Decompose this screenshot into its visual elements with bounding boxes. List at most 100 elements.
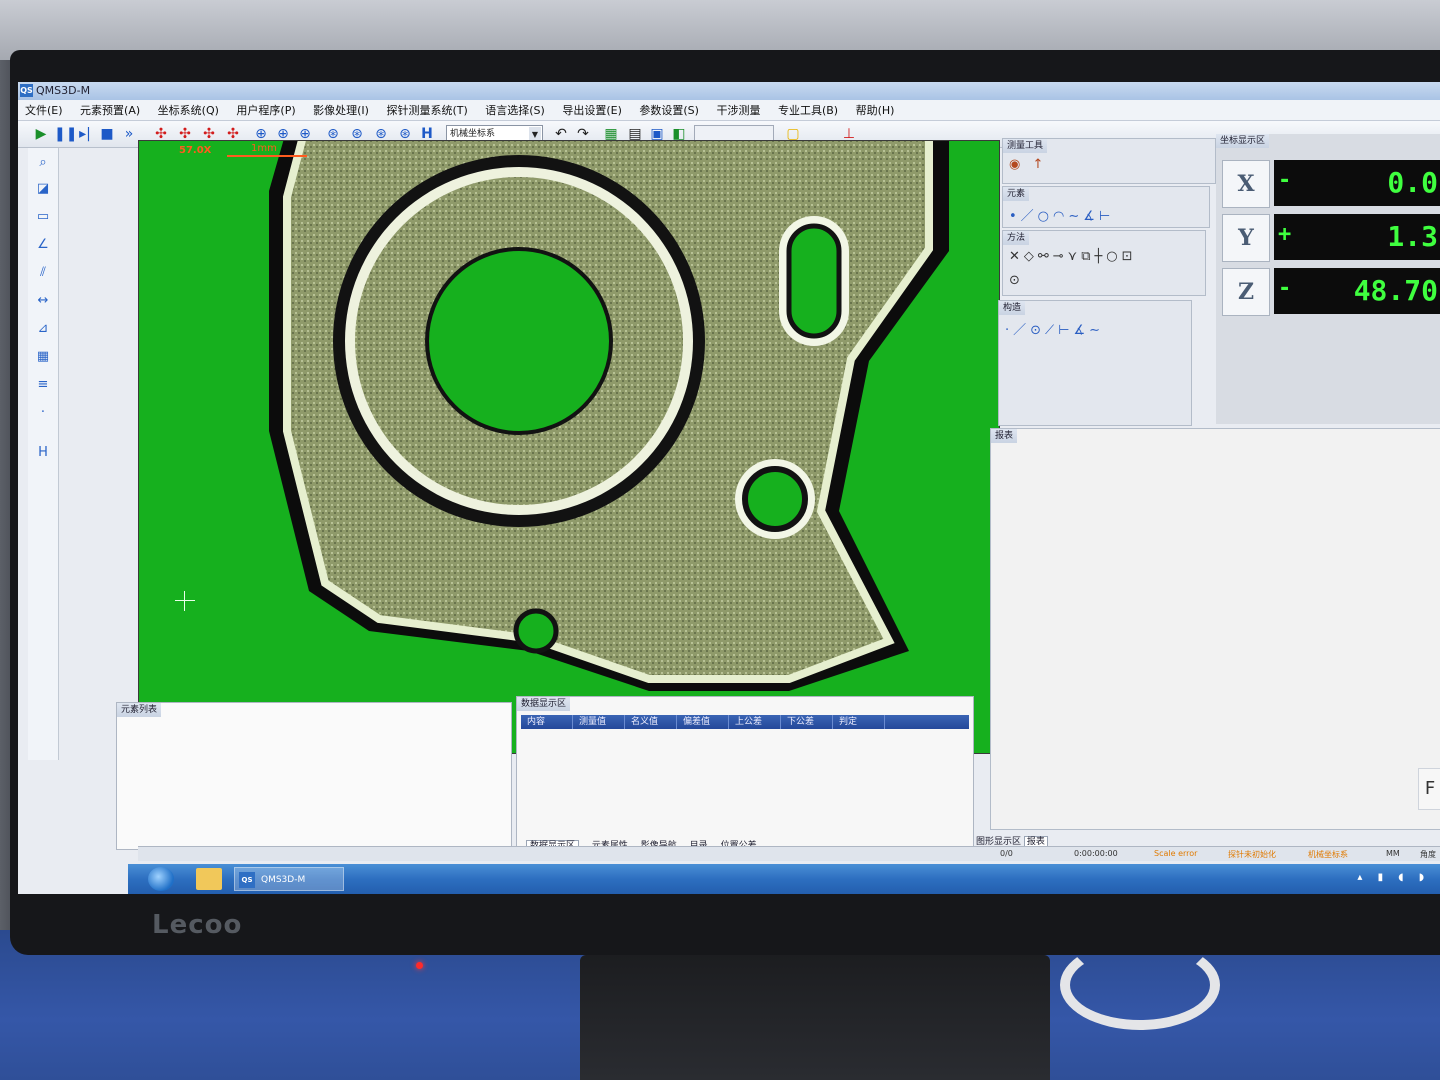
step-icon[interactable]: ▸| bbox=[76, 125, 94, 143]
menu-interference-measure[interactable]: 干涉测量 bbox=[709, 100, 767, 120]
menu-export-settings[interactable]: 导出设置(E) bbox=[555, 100, 629, 120]
dro-y-row: Y + 1.3 bbox=[1222, 214, 1440, 262]
dro-z-axis[interactable]: Z bbox=[1222, 268, 1270, 316]
measure-tools-title: 测量工具 bbox=[1003, 139, 1048, 153]
dro-x-number: 0.0 bbox=[1387, 166, 1438, 199]
dro-z-row: Z - 48.70 bbox=[1222, 268, 1440, 316]
zoom-tool-icon[interactable]: ⌕ bbox=[34, 154, 52, 172]
construct-icons[interactable]: ·／⊙⟋⊢∡∼ bbox=[1005, 319, 1104, 338]
element-icons[interactable]: •／○◠∼∡⊢ bbox=[1009, 205, 1114, 224]
edge-tool-icon[interactable]: ◪ bbox=[34, 180, 52, 198]
data-grid-header: 内容 测量值 名义值 偏差值 上公差 下公差 判定 bbox=[521, 715, 969, 729]
col-nominal[interactable]: 名义值 bbox=[625, 715, 677, 729]
data-display-title: 数据显示区 bbox=[517, 697, 571, 711]
system-tray-icons[interactable]: ▴ ▮ ◖ ◗ bbox=[1357, 872, 1430, 883]
fast-forward-icon[interactable]: » bbox=[120, 125, 138, 143]
distance-tool-icon[interactable]: ↔ bbox=[34, 292, 52, 310]
menu-bar: 文件(E) 元素预置(A) 坐标系统(Q) 用户程序(P) 影像处理(I) 探针… bbox=[18, 100, 1440, 121]
monitor-stand bbox=[580, 955, 1050, 1080]
ruler-tool-icon[interactable]: ⊿ bbox=[34, 320, 52, 338]
elements-title: 元素 bbox=[1003, 187, 1030, 201]
measure-tools-panel: 测量工具 ◉ ↑ bbox=[1002, 138, 1216, 184]
taskbar-app-icon: QS bbox=[239, 872, 255, 888]
height-tool-icon[interactable]: H bbox=[34, 444, 52, 462]
status-unit: MM bbox=[1386, 849, 1400, 858]
col-judge[interactable]: 判定 bbox=[833, 715, 885, 729]
elements-panel: 元素 •／○◠∼∡⊢ bbox=[1002, 186, 1210, 228]
element-list-panel[interactable]: 元素列表 bbox=[116, 702, 512, 850]
dot-tool-icon[interactable]: · bbox=[34, 404, 52, 422]
menu-image-processing[interactable]: 影像处理(I) bbox=[306, 100, 376, 120]
crosshair-icon bbox=[175, 591, 195, 611]
parallel-tool-icon[interactable]: ⫽ bbox=[34, 264, 52, 282]
menu-pro-tools[interactable]: 专业工具(B) bbox=[771, 100, 845, 120]
status-angle: 角度 bbox=[1420, 850, 1436, 859]
construct-panel: 构造 ·／⊙⟋⊢∡∼ bbox=[998, 300, 1192, 426]
scale-bar-label: 1mm bbox=[251, 143, 277, 154]
col-measured[interactable]: 测量值 bbox=[573, 715, 625, 729]
angle-tool-icon[interactable]: ∠ bbox=[34, 236, 52, 254]
monitor-logo: Lecoo bbox=[152, 910, 243, 940]
camera-view[interactable]: 57.0X 1mm bbox=[138, 140, 1000, 754]
menu-probe-system[interactable]: 探针测量系统(T) bbox=[379, 100, 474, 120]
window-title: QMS3D-M bbox=[36, 84, 91, 97]
data-display-panel: 数据显示区 内容 测量值 名义值 偏差值 上公差 下公差 判定 bbox=[516, 696, 974, 858]
workpiece-image bbox=[269, 141, 949, 691]
menu-language[interactable]: 语言选择(S) bbox=[478, 100, 552, 120]
camera-tool-icon[interactable]: ◉ ↑ bbox=[1009, 157, 1047, 172]
dro-x-row: X - 0.0 bbox=[1222, 160, 1440, 208]
coordinate-display: 坐标显示区 X - 0.0 Y + 1.3 Z - 48.70 bbox=[1216, 134, 1440, 424]
menu-user-program[interactable]: 用户程序(P) bbox=[229, 100, 302, 120]
play-icon[interactable]: ▶ bbox=[32, 125, 50, 143]
app-icon: QS bbox=[20, 84, 33, 97]
start-button-icon[interactable] bbox=[148, 867, 174, 891]
methods-panel: 方法 ✕◇⚯⊸⋎⧉┼○⊡ ⊙ bbox=[1002, 230, 1206, 296]
col-lower-tol[interactable]: 下公差 bbox=[781, 715, 833, 729]
menu-coordinate-system[interactable]: 坐标系统(Q) bbox=[151, 100, 226, 120]
dro-x-sign: - bbox=[1278, 168, 1292, 193]
title-bar: QS QMS3D-M bbox=[18, 82, 1440, 100]
scale-bar bbox=[227, 155, 307, 157]
taskbar-app-label: QMS3D-M bbox=[261, 875, 306, 885]
dro-x-axis[interactable]: X bbox=[1222, 160, 1270, 208]
report-panel[interactable]: 报表 bbox=[990, 428, 1440, 830]
folder-icon[interactable] bbox=[196, 868, 222, 890]
menu-element-preset[interactable]: 元素预置(A) bbox=[73, 100, 147, 120]
status-time: 0:00:00:00 bbox=[1074, 849, 1118, 858]
status-count: 0/0 bbox=[1000, 849, 1013, 858]
menu-file[interactable]: 文件(E) bbox=[18, 100, 70, 120]
dro-z-value: - 48.70 bbox=[1274, 268, 1440, 314]
dro-x-value: - 0.0 bbox=[1274, 160, 1440, 206]
method-target-icon[interactable]: ⊙ bbox=[1009, 273, 1024, 288]
menu-help[interactable]: 帮助(H) bbox=[849, 100, 902, 120]
status-scale: Scale error bbox=[1154, 849, 1198, 858]
stop-icon[interactable]: ■ bbox=[98, 125, 116, 143]
taskbar-app-button[interactable]: QS QMS3D-M bbox=[234, 867, 344, 891]
taskbar: QS QMS3D-M ▴ ▮ ◖ ◗ bbox=[128, 864, 1440, 894]
col-deviation[interactable]: 偏差值 bbox=[677, 715, 729, 729]
methods-title: 方法 bbox=[1003, 231, 1030, 245]
magnification-label: 57.0X bbox=[179, 145, 212, 156]
col-content[interactable]: 内容 bbox=[521, 715, 573, 729]
menu-parameter-settings[interactable]: 参数设置(S) bbox=[632, 100, 706, 120]
col-upper-tol[interactable]: 上公差 bbox=[729, 715, 781, 729]
pause-icon[interactable]: ❚❚ bbox=[54, 125, 77, 143]
element-list-title: 元素列表 bbox=[117, 703, 162, 717]
side-f-button[interactable]: F bbox=[1418, 768, 1440, 810]
status-probe: 探针未初始化 bbox=[1228, 850, 1276, 859]
left-tool-strip: ⌕ ◪ ▭ ∠ ⫽ ↔ ⊿ ▦ ≡ · H bbox=[28, 148, 59, 760]
dro-z-sign: - bbox=[1278, 276, 1292, 301]
method-icons[interactable]: ✕◇⚯⊸⋎⧉┼○⊡ bbox=[1009, 249, 1137, 264]
grid-tool-icon[interactable]: ▦ bbox=[34, 348, 52, 366]
list-tool-icon[interactable]: ≡ bbox=[34, 376, 52, 394]
power-led-icon bbox=[416, 962, 423, 969]
screen: QS QMS3D-M 文件(E) 元素预置(A) 坐标系统(Q) 用户程序(P)… bbox=[18, 82, 1440, 894]
dro-y-sign: + bbox=[1278, 222, 1292, 247]
coordinate-system-value: 机械坐标系 bbox=[450, 129, 496, 139]
box-tool-icon[interactable]: ▭ bbox=[34, 208, 52, 226]
report-title: 报表 bbox=[991, 429, 1018, 443]
status-coord: 机械坐标系 bbox=[1308, 850, 1348, 859]
coord-display-title: 坐标显示区 bbox=[1216, 134, 1270, 148]
dro-y-axis[interactable]: Y bbox=[1222, 214, 1270, 262]
status-bar: 0/0 0:00:00:00 Scale error 探针未初始化 机械坐标系 … bbox=[138, 846, 1440, 861]
